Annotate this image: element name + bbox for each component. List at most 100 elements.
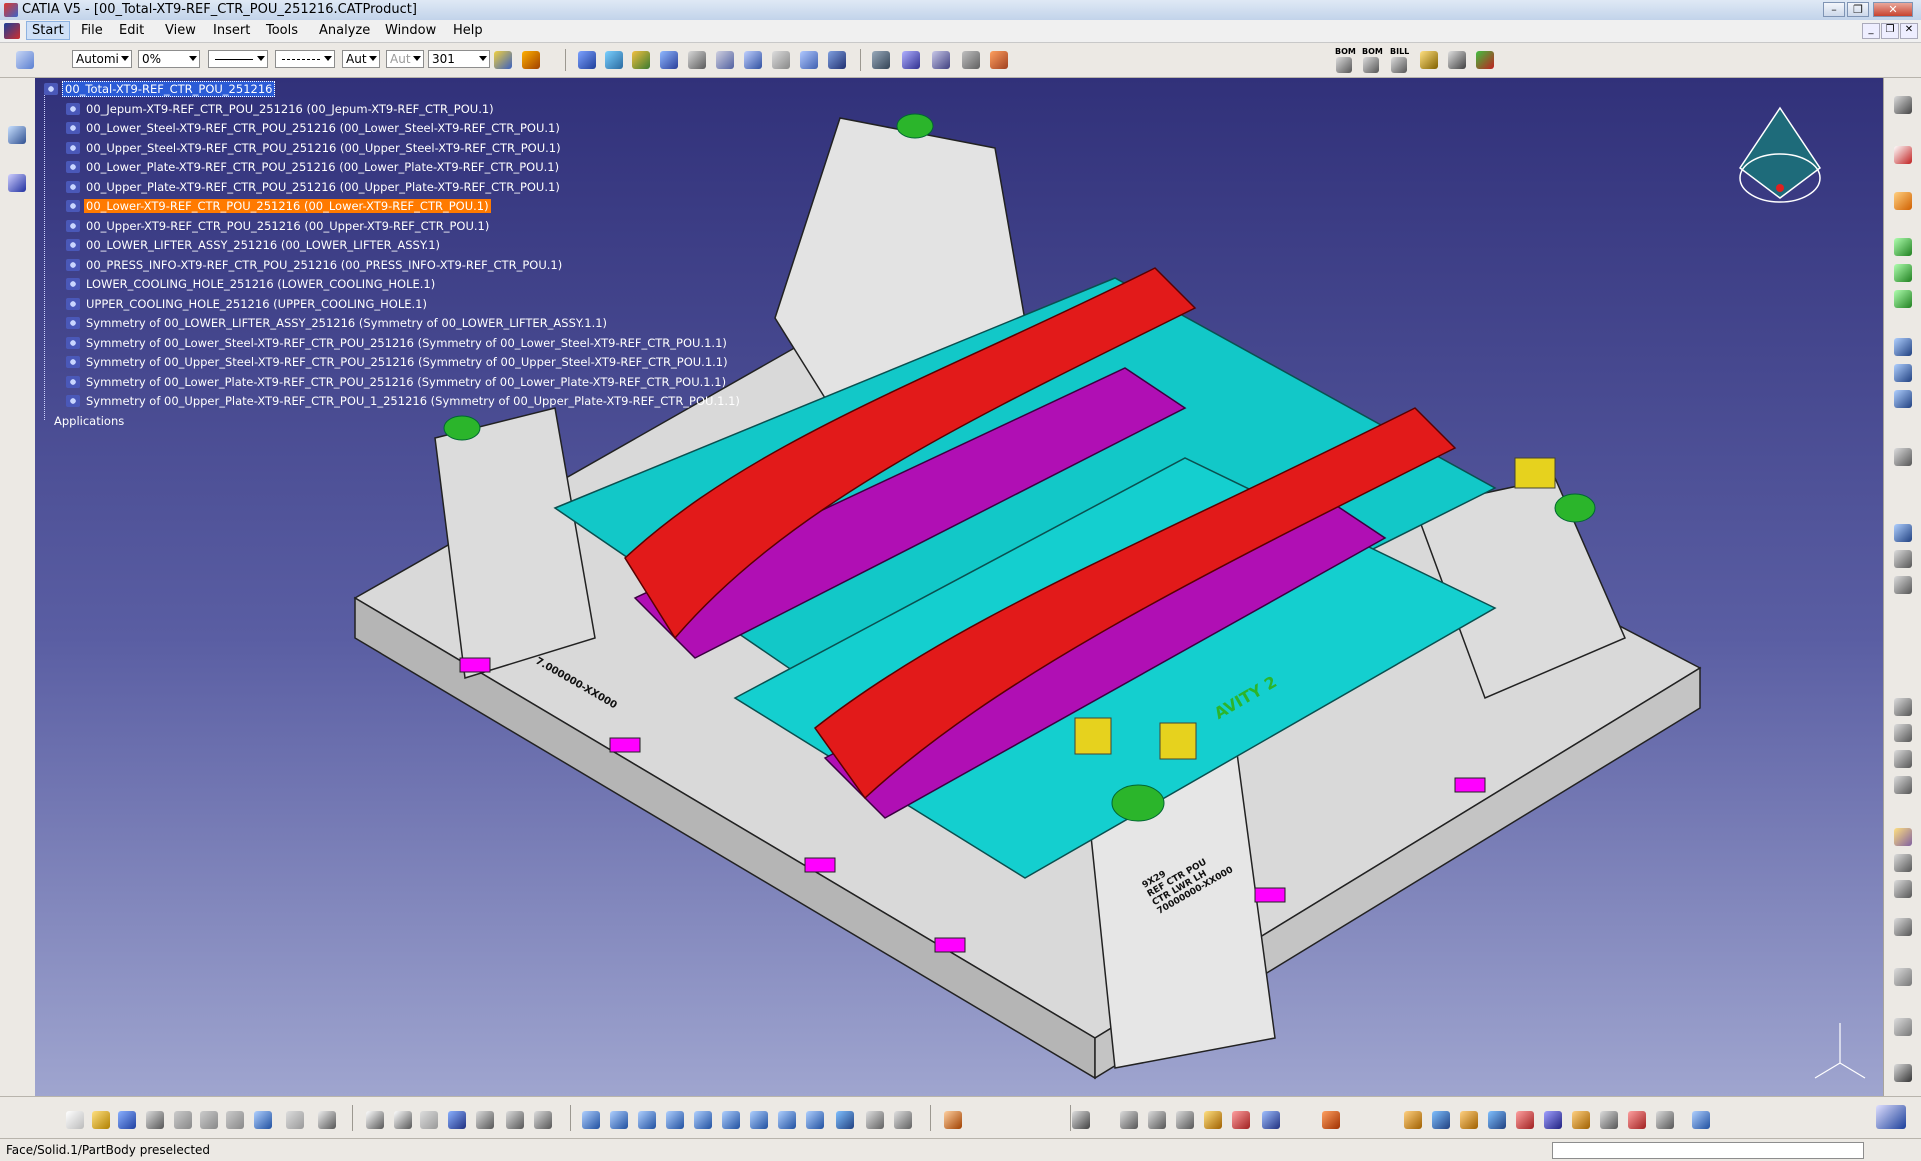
normal-view-icon[interactable] <box>750 1111 768 1129</box>
menu-file[interactable]: File <box>76 23 108 38</box>
tree-item[interactable]: 00_LOWER_LIFTER_ASSY_251216 (00_LOWER_LI… <box>66 238 442 254</box>
print-icon[interactable] <box>146 1111 164 1129</box>
thickness-select[interactable]: Aut <box>342 50 380 68</box>
new-component-icon[interactable] <box>605 51 623 69</box>
existing-component-icon[interactable] <box>632 51 650 69</box>
publication-icon[interactable] <box>1894 776 1912 794</box>
menu-edit[interactable]: Edit <box>114 23 149 38</box>
capture-icon[interactable] <box>1894 1064 1912 1082</box>
generate-numbering-icon[interactable] <box>716 51 734 69</box>
part-design-icon[interactable] <box>1204 1111 1222 1129</box>
tree-item[interactable]: LOWER_COOLING_HOLE_251216 (LOWER_COOLING… <box>66 277 437 293</box>
help-icon[interactable] <box>318 1111 336 1129</box>
tree-item[interactable]: Symmetry of 00_Lower_Steel-XT9-REF_CTR_P… <box>66 336 729 352</box>
snap-icon[interactable] <box>872 51 890 69</box>
multi-view-icon[interactable] <box>778 1111 796 1129</box>
catalog-browser-icon[interactable] <box>506 1111 524 1129</box>
rotate-icon[interactable] <box>666 1111 684 1129</box>
workbench-icon[interactable] <box>8 126 26 144</box>
knowledge-icon[interactable] <box>476 1111 494 1129</box>
formula-icon[interactable] <box>366 1111 384 1129</box>
bom-table-icon[interactable] <box>1363 57 1379 73</box>
graph-tree-reorder-icon[interactable] <box>688 51 706 69</box>
menu-help[interactable]: Help <box>448 23 488 38</box>
tree-applications[interactable]: Applications <box>52 414 126 430</box>
minimize-button[interactable]: – <box>1823 2 1845 17</box>
multi-instantiation-icon[interactable] <box>800 51 818 69</box>
compass-widget[interactable] <box>1738 106 1822 203</box>
pcs-icon[interactable] <box>1894 146 1912 164</box>
constraint-contact-icon[interactable] <box>1894 364 1912 382</box>
kinematics-icon[interactable] <box>1894 918 1912 936</box>
tree-item[interactable]: Symmetry of 00_Upper_Steel-XT9-REF_CTR_P… <box>66 355 730 371</box>
comment-icon[interactable] <box>394 1111 412 1129</box>
compass-snap-icon[interactable] <box>8 174 26 192</box>
explode-icon[interactable] <box>990 51 1008 69</box>
tree-item[interactable]: UPPER_COOLING_HOLE_251216 (UPPER_COOLING… <box>66 297 429 313</box>
assembly-icon[interactable] <box>1262 1111 1280 1129</box>
fast-multi-instantiation-icon[interactable] <box>828 51 846 69</box>
brush-icon[interactable] <box>522 51 540 69</box>
settings-3-icon[interactable] <box>1460 1111 1478 1129</box>
new-product-icon[interactable] <box>1894 238 1912 256</box>
linetype-select[interactable] <box>208 50 268 68</box>
axis-system-icon[interactable] <box>944 1111 962 1129</box>
close-button[interactable]: ✕ <box>1873 2 1913 17</box>
tree-item-preselected[interactable]: 00_Lower-XT9-REF_CTR_POU_251216 (00_Lowe… <box>66 199 491 215</box>
table-icon[interactable] <box>448 1111 466 1129</box>
design-table-icon[interactable] <box>534 1111 552 1129</box>
power-input-field[interactable] <box>1552 1142 1864 1159</box>
settings-8-icon[interactable] <box>1600 1111 1618 1129</box>
isometric-view-icon[interactable] <box>806 1111 824 1129</box>
settings-9-icon[interactable] <box>1628 1111 1646 1129</box>
shading-icon[interactable] <box>836 1111 854 1129</box>
settings-2-icon[interactable] <box>1432 1111 1450 1129</box>
tree-item[interactable]: 00_Lower_Plate-XT9-REF_CTR_POU_251216 (0… <box>66 160 561 176</box>
transparency-select[interactable]: 0% <box>138 50 200 68</box>
bom-icon[interactable] <box>1336 57 1352 73</box>
document-menu-icon[interactable] <box>4 23 20 39</box>
redo-icon[interactable] <box>286 1111 304 1129</box>
3d-view-icon[interactable] <box>1692 1111 1710 1129</box>
menu-tools[interactable]: Tools <box>261 23 303 38</box>
bill-of-material-icon[interactable] <box>1391 57 1407 73</box>
select-icon[interactable] <box>1894 192 1912 210</box>
simulation-icon[interactable] <box>1894 968 1912 986</box>
settings-1-icon[interactable] <box>1404 1111 1422 1129</box>
copy-icon[interactable] <box>200 1111 218 1129</box>
clash-icon[interactable] <box>962 51 980 69</box>
options-gear-icon[interactable] <box>1176 1111 1194 1129</box>
product-structure-icon[interactable] <box>16 51 34 69</box>
layer-select[interactable]: 301 <box>428 50 490 68</box>
hide-show-icon[interactable] <box>866 1111 884 1129</box>
tree-item[interactable]: Symmetry of 00_LOWER_LIFTER_ASSY_251216 … <box>66 316 609 332</box>
macro-icon[interactable] <box>1476 51 1494 69</box>
tree-item[interactable]: Symmetry of 00_Upper_Plate-XT9-REF_CTR_P… <box>66 394 742 410</box>
paste-icon[interactable] <box>226 1111 244 1129</box>
doc-restore-button[interactable]: ❐ <box>1881 23 1899 39</box>
maximize-button[interactable]: ❐ <box>1847 2 1869 17</box>
spell-check-icon[interactable] <box>902 51 920 69</box>
open-file-icon[interactable] <box>92 1111 110 1129</box>
tree-item[interactable]: 00_Upper_Plate-XT9-REF_CTR_POU_251216 (0… <box>66 180 562 196</box>
tree-root[interactable]: 00_Total-XT9-REF_CTR_POU_251216 <box>44 81 276 98</box>
new-part-icon[interactable] <box>1894 264 1912 282</box>
track-icon[interactable] <box>1894 1018 1912 1036</box>
settings-gear-icon[interactable] <box>1120 1111 1138 1129</box>
settings-4-icon[interactable] <box>1488 1111 1506 1129</box>
catalog-icon[interactable] <box>1894 750 1912 768</box>
settings-6-icon[interactable] <box>1544 1111 1562 1129</box>
gear-tool-icon[interactable] <box>1894 96 1912 114</box>
manipulation-icon[interactable] <box>1894 448 1912 466</box>
grid-icon[interactable] <box>1322 1111 1340 1129</box>
menu-window[interactable]: Window <box>380 23 441 38</box>
distance-icon[interactable] <box>1894 524 1912 542</box>
selective-load-icon[interactable] <box>744 51 762 69</box>
settings-5-icon[interactable] <box>1516 1111 1534 1129</box>
replace-component-icon[interactable] <box>660 51 678 69</box>
tree-item[interactable]: 00_Jepum-XT9-REF_CTR_POU_251216 (00_Jepu… <box>66 102 496 118</box>
save-icon[interactable] <box>118 1111 136 1129</box>
menu-view[interactable]: View <box>160 23 201 38</box>
update-icon[interactable] <box>1072 1111 1090 1129</box>
scene-icon[interactable] <box>1894 698 1912 716</box>
